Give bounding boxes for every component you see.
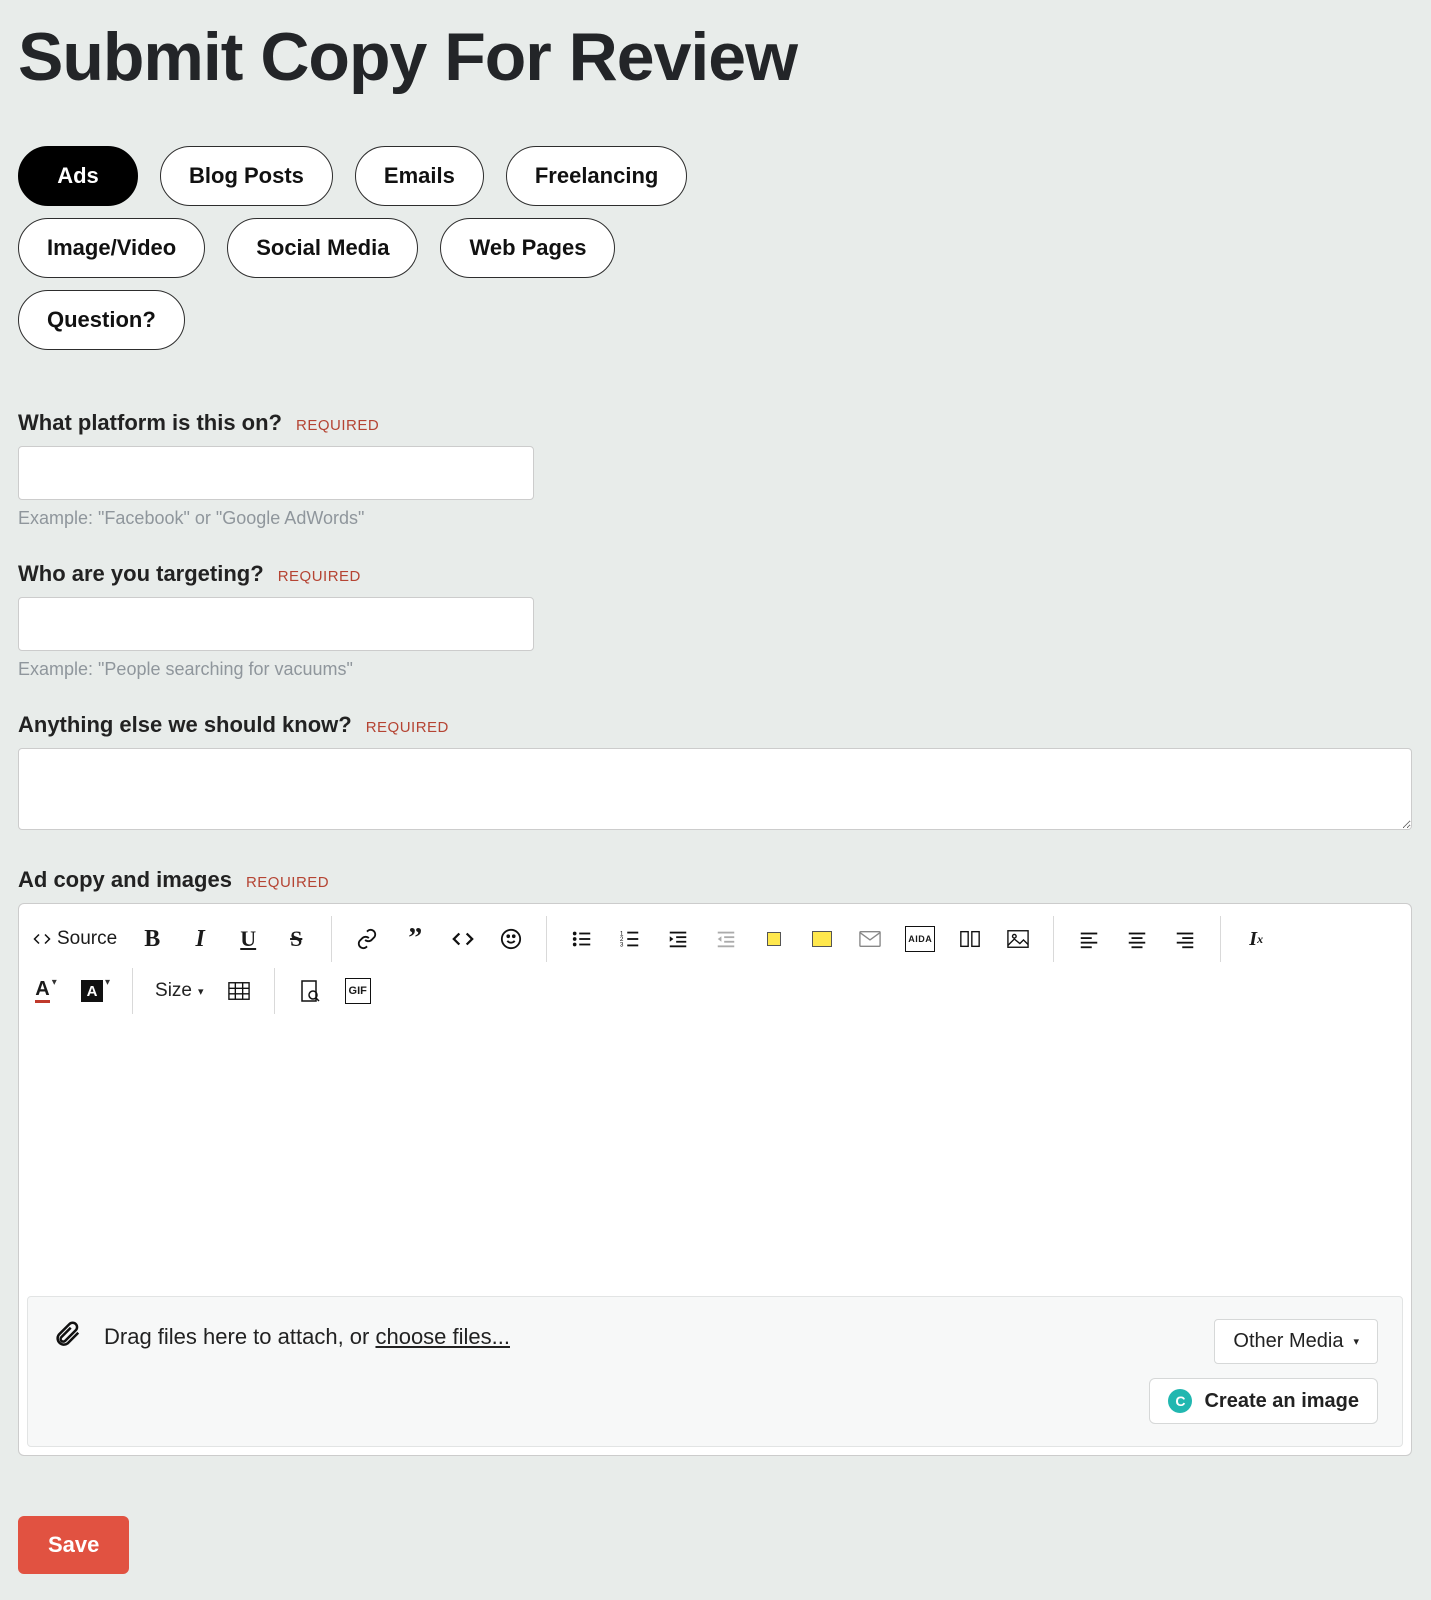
dropzone-text: Drag files here to attach, or choose fil…: [104, 1324, 510, 1350]
field-notes: Anything else we should know? REQUIRED: [18, 712, 1413, 835]
preview-button[interactable]: [297, 978, 323, 1004]
editor-toolbar-row2: A▾ A▾ Size ▾ GIF: [19, 962, 1411, 1028]
indent-button[interactable]: [713, 926, 739, 952]
split-view-button[interactable]: [957, 926, 983, 952]
tab-emails[interactable]: Emails: [355, 146, 484, 206]
outdent-button[interactable]: [665, 926, 691, 952]
targeting-label: Who are you targeting?: [18, 561, 264, 587]
text-color-button[interactable]: A▾: [33, 978, 59, 1004]
tab-freelancing[interactable]: Freelancing: [506, 146, 687, 206]
tab-ads[interactable]: Ads: [18, 146, 138, 206]
attachment-dropzone[interactable]: Drag files here to attach, or choose fil…: [27, 1296, 1403, 1447]
font-size-dropdown[interactable]: Size ▾: [155, 980, 204, 1002]
tab-question[interactable]: Question?: [18, 290, 185, 350]
highlight-yellow-button[interactable]: [809, 926, 835, 952]
required-tag: REQUIRED: [246, 874, 329, 891]
platform-input[interactable]: [18, 446, 534, 500]
table-button[interactable]: [226, 978, 252, 1004]
notes-textarea[interactable]: [18, 748, 1412, 830]
align-left-button[interactable]: [1076, 926, 1102, 952]
notes-label: Anything else we should know?: [18, 712, 352, 738]
quote-button[interactable]: ”: [402, 926, 428, 952]
size-label: Size: [155, 980, 192, 1002]
highlight-yellow-small-button[interactable]: [761, 926, 787, 952]
required-tag: REQUIRED: [296, 417, 379, 434]
targeting-hint: Example: "People searching for vacuums": [18, 659, 1413, 680]
rich-text-editor: Source B I U S ”: [18, 903, 1412, 1456]
aida-button[interactable]: AIDA: [905, 926, 935, 952]
link-button[interactable]: [354, 926, 380, 952]
tab-web-pages[interactable]: Web Pages: [440, 218, 615, 278]
editor-content-area[interactable]: [19, 1028, 1411, 1288]
bullet-list-button[interactable]: [569, 926, 595, 952]
save-button[interactable]: Save: [18, 1516, 129, 1574]
platform-hint: Example: "Facebook" or "Google AdWords": [18, 508, 1413, 529]
other-media-dropdown[interactable]: Other Media▾: [1214, 1319, 1378, 1364]
gif-button[interactable]: GIF: [345, 978, 371, 1004]
strike-button[interactable]: S: [283, 926, 309, 952]
underline-button[interactable]: U: [235, 926, 261, 952]
field-adcopy: Ad copy and images REQUIRED Source B I U…: [18, 867, 1413, 1456]
create-image-button[interactable]: C Create an image: [1149, 1378, 1378, 1424]
source-button[interactable]: Source: [33, 926, 117, 952]
tab-social-media[interactable]: Social Media: [227, 218, 418, 278]
editor-toolbar: Source B I U S ”: [19, 904, 1411, 962]
page-title: Submit Copy For Review: [18, 18, 1413, 96]
category-tabs: Ads Blog Posts Emails Freelancing Image/…: [18, 146, 798, 350]
create-badge-icon: C: [1168, 1389, 1192, 1413]
paperclip-icon: [52, 1319, 82, 1355]
image-button[interactable]: [1005, 926, 1031, 952]
platform-label: What platform is this on?: [18, 410, 282, 436]
background-color-button[interactable]: A▾: [81, 978, 110, 1004]
numbered-list-button[interactable]: 123: [617, 926, 643, 952]
adcopy-label: Ad copy and images: [18, 867, 232, 893]
source-label: Source: [57, 928, 117, 950]
code-button[interactable]: [450, 926, 476, 952]
svg-text:3: 3: [620, 941, 624, 948]
email-insert-button[interactable]: [857, 926, 883, 952]
required-tag: REQUIRED: [278, 568, 361, 585]
choose-files-link[interactable]: choose files...: [375, 1324, 510, 1349]
field-targeting: Who are you targeting? REQUIRED Example:…: [18, 561, 1413, 680]
emoji-button[interactable]: [498, 926, 524, 952]
bold-button[interactable]: B: [139, 926, 165, 952]
targeting-input[interactable]: [18, 597, 534, 651]
field-platform: What platform is this on? REQUIRED Examp…: [18, 410, 1413, 529]
italic-button[interactable]: I: [187, 926, 213, 952]
align-center-button[interactable]: [1124, 926, 1150, 952]
clear-formatting-button[interactable]: Ix: [1243, 926, 1269, 952]
tab-blog-posts[interactable]: Blog Posts: [160, 146, 333, 206]
align-right-button[interactable]: [1172, 926, 1198, 952]
required-tag: REQUIRED: [366, 719, 449, 736]
tab-image-video[interactable]: Image/Video: [18, 218, 205, 278]
